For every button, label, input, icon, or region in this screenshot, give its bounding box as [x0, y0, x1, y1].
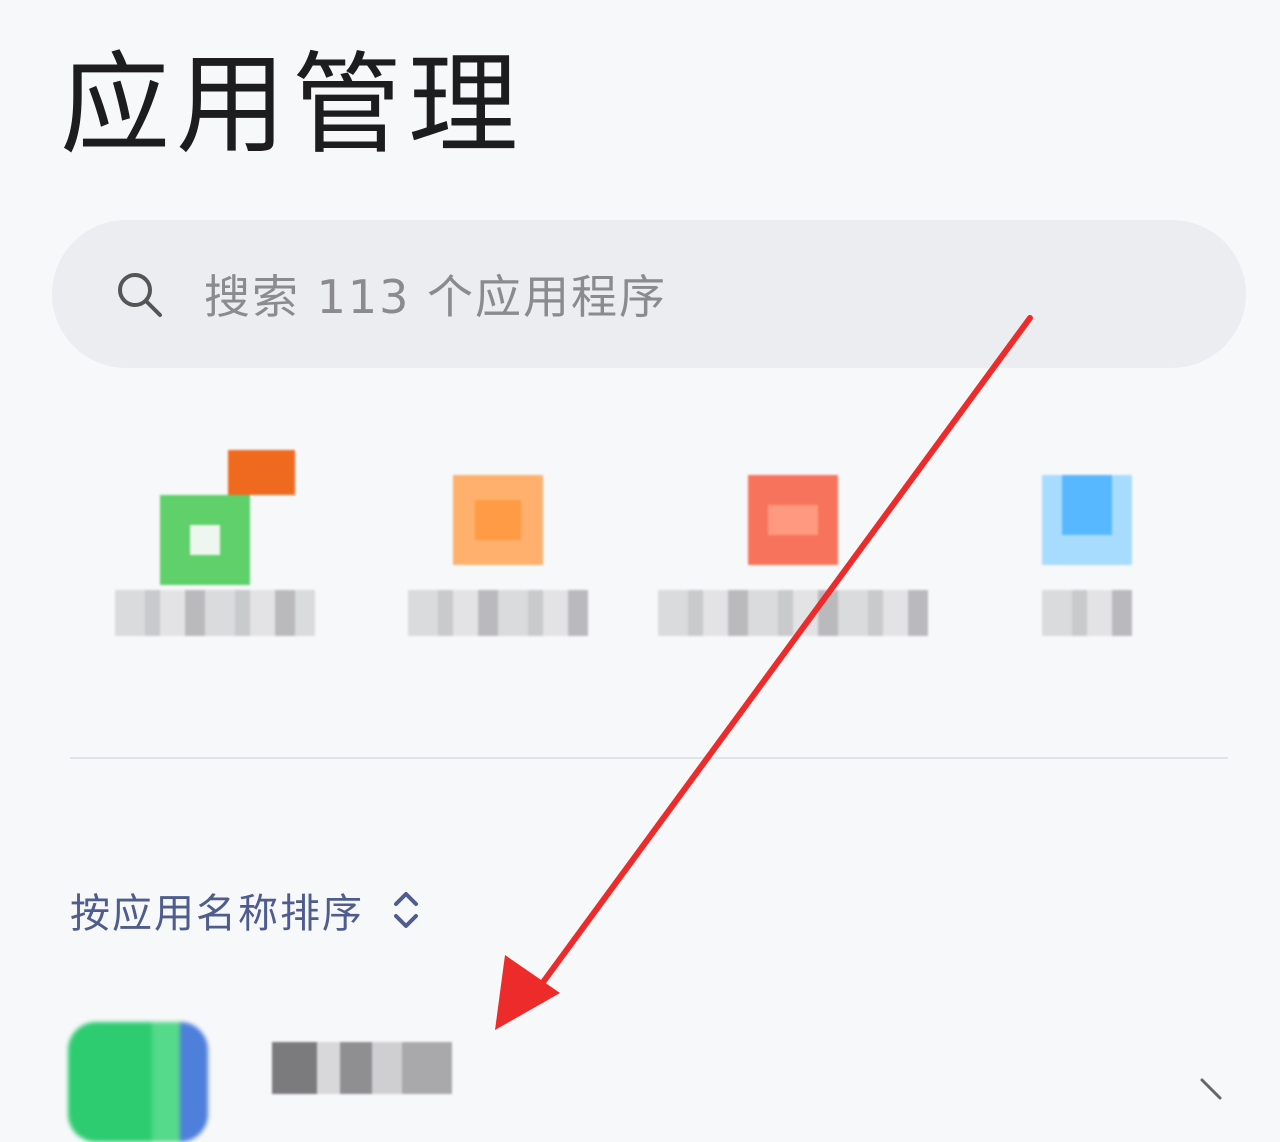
sort-icon: [394, 892, 418, 928]
recent-app-label: [115, 590, 315, 636]
app-icon: [1042, 475, 1132, 565]
recent-app-label: [408, 590, 588, 636]
list-item[interactable]: [0, 1010, 1280, 1142]
page-title: 应用管理: [60, 41, 524, 169]
search-bar[interactable]: 搜索 113 个应用程序: [52, 220, 1246, 368]
recent-app-4[interactable]: [1042, 430, 1132, 660]
recent-app-label: [658, 590, 928, 636]
divider: [70, 757, 1228, 759]
app-icon: [453, 475, 543, 565]
sort-label: 按应用名称排序: [70, 891, 364, 937]
app-icon: [68, 1022, 208, 1142]
recent-app-1[interactable]: [115, 430, 315, 660]
search-icon: [118, 273, 162, 317]
search-placeholder: 搜索 113 个应用程序: [204, 270, 668, 324]
recent-app-2[interactable]: [408, 430, 588, 660]
app-icon: [160, 450, 295, 585]
recent-app-3[interactable]: [658, 430, 928, 660]
list-item-label: [272, 1042, 452, 1094]
app-icon: [748, 475, 838, 565]
chevron-right-icon: [1200, 1078, 1222, 1100]
recent-apps-row: [0, 430, 1280, 670]
recent-app-label: [1042, 590, 1132, 636]
sort-button[interactable]: 按应用名称排序: [70, 880, 420, 940]
